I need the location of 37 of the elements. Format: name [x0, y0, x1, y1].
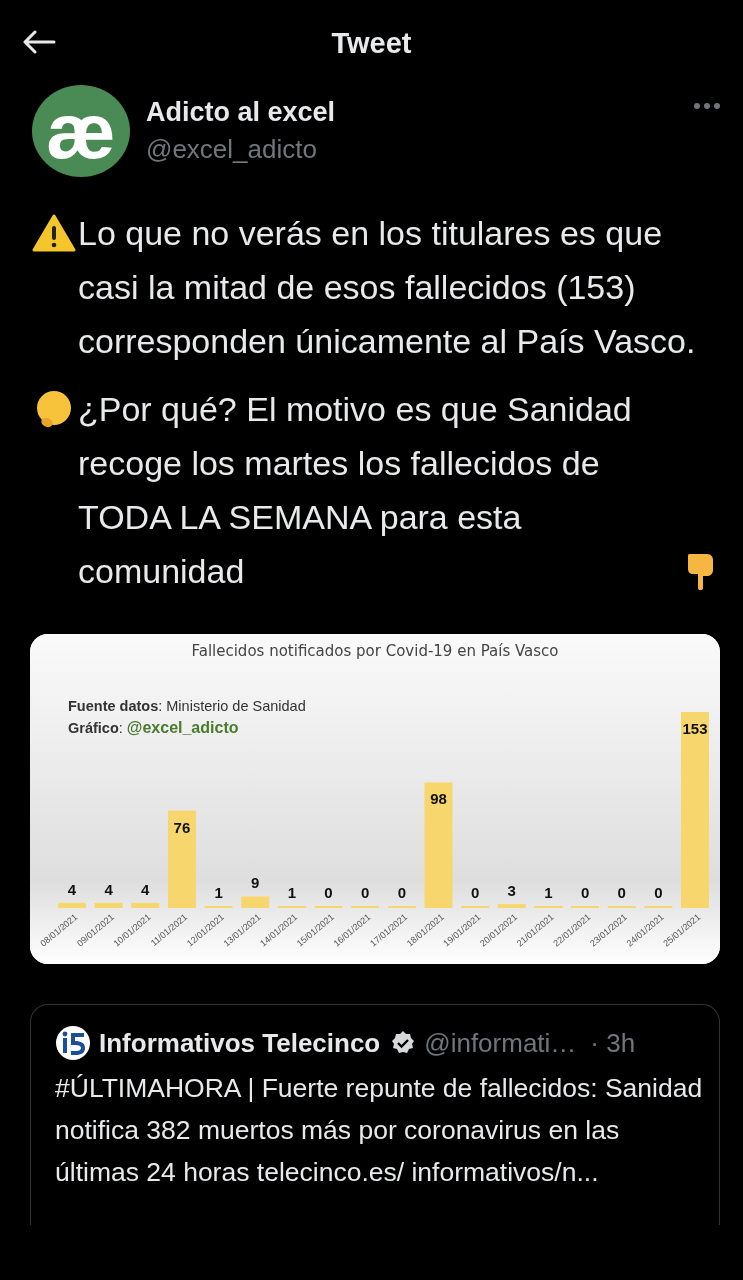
data-label: 1 [287, 884, 297, 901]
tweet-text: Lo que no verás en los titulares es que casi la mitad de esos fallecidos (153) corresponden únicamente al País Vasco. [78, 213, 697, 362]
data-label: 0 [470, 884, 480, 901]
more-options-button[interactable] [693, 102, 721, 110]
credit-handle: @excel_adicto [126, 719, 239, 736]
data-label: 1 [214, 884, 223, 901]
data-label: 76 [173, 818, 191, 836]
quoted-author-name: Informativos Telecinco [99, 1027, 381, 1059]
data-label: 4 [67, 880, 77, 898]
data-label: 0 [580, 884, 590, 901]
data-label: 0 [361, 884, 370, 901]
author-name: Adicto al excel [146, 97, 337, 128]
data-label: 0 [654, 884, 663, 901]
credit-label: Gráfico: [68, 720, 124, 736]
quoted-author-handle: @informati… [424, 1027, 577, 1059]
channel-logo-icon [55, 1025, 91, 1061]
data-label: 0 [324, 884, 333, 901]
source-text: Fuente datos: Ministerio de Sanidad [68, 697, 306, 716]
data-label: 0 [617, 884, 626, 901]
data-label: 3 [507, 882, 516, 900]
author-handle: @excel_adicto [146, 134, 318, 165]
back-button[interactable] [22, 30, 56, 54]
data-label: 4 [104, 880, 113, 898]
data-label: 1 [544, 884, 553, 901]
quoted-tweet-card[interactable]: Informativos Telecinco @informati… · 3h #ÚLTIMAHORA | Fuerte repunte de fallecidos: Sanidad notifica 382 muertos más por coronavirus en las últimas 24 horas telecinco.es/ informativos/n... [30, 1004, 720, 1225]
data-label: 0 [397, 884, 406, 901]
data-label: 4 [141, 880, 150, 898]
quoted-time: · 3h [590, 1027, 636, 1059]
data-label: 98 [430, 790, 447, 808]
warning-icon [32, 213, 76, 253]
data-label: 153 [682, 720, 708, 737]
tweet-text: ¿Por qué? El motivo es que Sanidad recoge los martes los fallecidos de TODA LA SEMANA para esta comunidad [78, 389, 633, 592]
avatar: æ [32, 85, 130, 177]
chart-title: Fallecidos notificados por Covid-19 en País Vasco [191, 642, 559, 660]
quoted-tweet-text: #ÚLTIMAHORA | Fuerte repunte de fallecidos: Sanidad notifica 382 muertos más por coronavirus en las últimas 24 horas telecinco.es/ informativos/n... [55, 1072, 703, 1189]
page-title: Tweet [331, 26, 412, 60]
data-label: 9 [251, 874, 260, 892]
